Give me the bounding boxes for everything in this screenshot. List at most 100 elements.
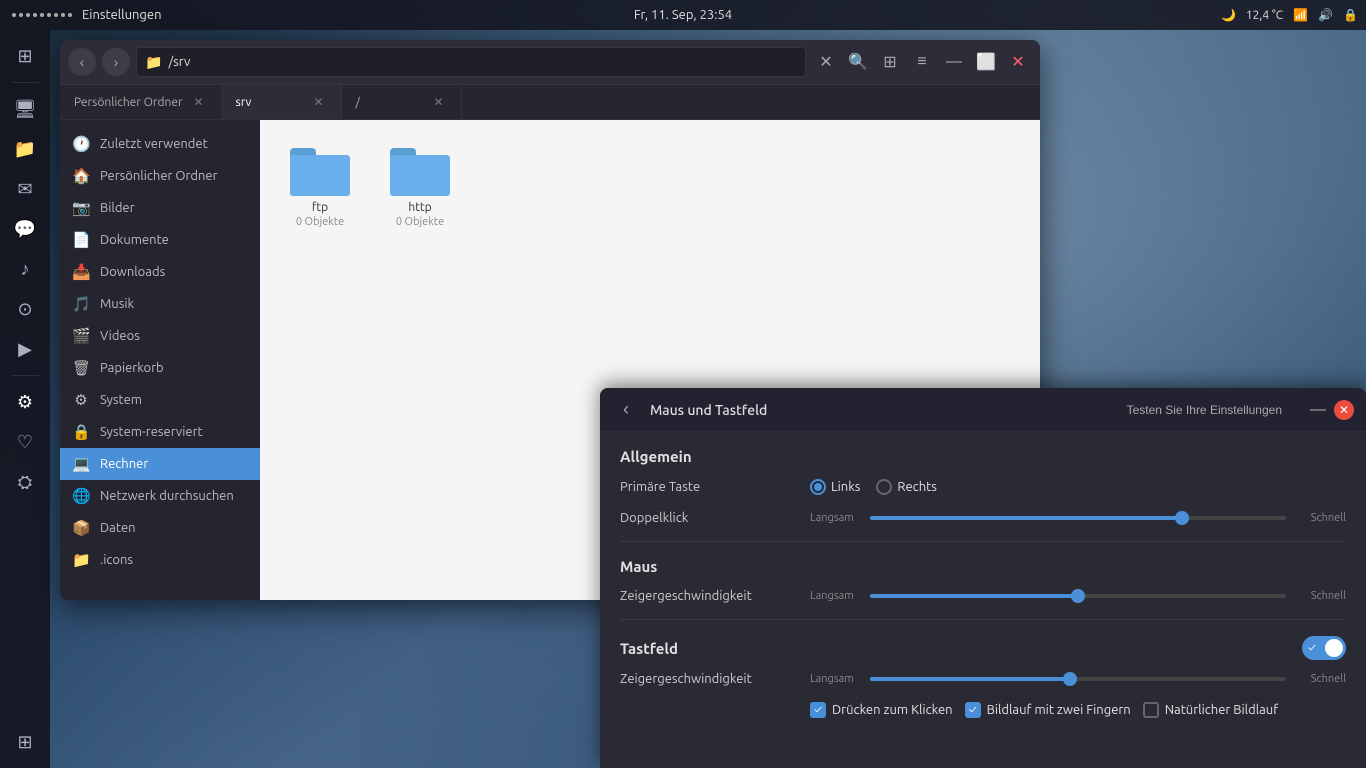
address-bar[interactable]: 📁 /srv xyxy=(136,47,806,77)
sidebar-item-icons-label: .icons xyxy=(100,553,133,567)
header-actions: ✕ 🔍 ⊞ ≡ — ⬜ ✕ xyxy=(812,48,1032,76)
tab-srv-close[interactable]: ✕ xyxy=(311,94,327,110)
radio-links-dot xyxy=(810,479,826,495)
topbar-right: 🌙 12,4 °C 📶 🔊 🔒 xyxy=(1221,8,1358,22)
settings-back-button[interactable]: ‹ xyxy=(612,396,640,424)
moon-icon: 🌙 xyxy=(1221,8,1236,22)
sidebar-item-music[interactable]: 🎵 Musik xyxy=(60,288,260,320)
downloads-icon: 📥 xyxy=(72,263,90,281)
dock-mail-icon[interactable]: ✉ xyxy=(7,171,43,207)
documents-icon: 📄 xyxy=(72,231,90,249)
dock-chat-icon[interactable]: 💬 xyxy=(7,211,43,247)
sidebar-item-system-reserved-label: System-reserviert xyxy=(100,425,203,439)
ftp-file-count: 0 Objekte xyxy=(296,216,344,228)
tastfeld-fast-label: Schnell xyxy=(1296,673,1346,685)
tastfeld-fill xyxy=(870,677,1070,681)
sidebar-item-data-label: Daten xyxy=(100,521,136,535)
http-folder-icon xyxy=(390,148,450,196)
doppelklick-track[interactable] xyxy=(870,516,1286,520)
recent-icon: 🕐 xyxy=(72,135,90,153)
topbar: Einstellungen Fr, 11. Sep, 23:54 🌙 12,4 … xyxy=(0,0,1366,30)
dock-grid-icon[interactable]: ⊞ xyxy=(7,724,43,760)
clear-address-button[interactable]: ✕ xyxy=(812,48,840,76)
videos-icon: 🎬 xyxy=(72,327,90,345)
file-item-ftp[interactable]: ftp 0 Objekte xyxy=(280,140,360,236)
sidebar-item-network[interactable]: 🌐 Netzwerk durchsuchen xyxy=(60,480,260,512)
search-button[interactable]: 🔍 xyxy=(844,48,872,76)
dock-steam-icon[interactable]: ⊙ xyxy=(7,291,43,327)
dock-apps-icon[interactable]: ⊞ xyxy=(7,38,43,74)
doppelklick-slider[interactable]: Langsam Schnell xyxy=(810,512,1346,524)
tastfeld-title: Tastfeld xyxy=(620,640,678,657)
sidebar-item-system[interactable]: ⚙ System xyxy=(60,384,260,416)
sidebar-item-trash[interactable]: 🗑 Papierkorb xyxy=(60,352,260,384)
tastfeld-zeiger-control: Langsam Schnell xyxy=(810,673,1346,685)
maus-fill xyxy=(870,594,1078,598)
sidebar-item-downloads[interactable]: 📥 Downloads xyxy=(60,256,260,288)
back-button[interactable]: ‹ xyxy=(68,48,96,76)
tastfeld-track[interactable] xyxy=(870,677,1286,681)
tab-root[interactable]: / ✕ xyxy=(342,85,462,119)
dock-files-icon[interactable]: 📁 xyxy=(7,131,43,167)
settings-close-button[interactable]: ✕ xyxy=(1334,400,1354,420)
tastfeld-thumb[interactable] xyxy=(1063,672,1077,686)
radio-rechts[interactable]: Rechts xyxy=(876,479,936,495)
allgemein-title: Allgemein xyxy=(620,448,1346,465)
system-reserved-icon: 🔒 xyxy=(72,423,90,441)
sidebar-item-music-label: Musik xyxy=(100,297,134,311)
doppelklick-row: Doppelklick Langsam Schnell xyxy=(620,511,1346,525)
forward-button[interactable]: › xyxy=(102,48,130,76)
sidebar-item-network-label: Netzwerk durchsuchen xyxy=(100,489,234,503)
doppelklick-fast-label: Schnell xyxy=(1296,512,1346,524)
checkbox-druecken[interactable]: ✓ Drücken zum Klicken xyxy=(810,702,953,718)
dock-play-icon[interactable]: ▶ xyxy=(7,331,43,367)
tastfeld-zeiger-label: Zeigergeschwindigkeit xyxy=(620,672,800,686)
dock-music-icon[interactable]: ♪ xyxy=(7,251,43,287)
radio-links-label: Links xyxy=(831,480,860,494)
minimize-fm-button[interactable]: — xyxy=(940,48,968,76)
dock-settings-icon[interactable]: ⚙ xyxy=(7,384,43,420)
checkbox-bildlauf[interactable]: ✓ Bildlauf mit zwei Fingern xyxy=(965,702,1131,718)
sidebar-item-pictures[interactable]: 📷 Bilder xyxy=(60,192,260,224)
test-settings-button[interactable]: Testen Sie Ihre Einstellungen xyxy=(1119,399,1290,421)
http-file-name: http xyxy=(408,200,431,216)
doppelklick-slow-label: Langsam xyxy=(810,512,860,524)
dock-gear2-icon[interactable]: ⛭ xyxy=(7,464,43,500)
tab-personal-folder[interactable]: Persönlicher Ordner ✕ xyxy=(60,85,222,119)
tab-srv-label: srv xyxy=(236,96,252,109)
file-manager-sidebar: 🕐 Zuletzt verwendet 🏠 Persönlicher Ordne… xyxy=(60,120,260,600)
maus-thumb[interactable] xyxy=(1071,589,1085,603)
checkbox-natuerlich[interactable]: Natürlicher Bildlauf xyxy=(1143,702,1278,718)
maus-speed-slider[interactable]: Langsam Schnell xyxy=(810,590,1346,602)
file-item-http[interactable]: http 0 Objekte xyxy=(380,140,460,236)
sidebar-item-recent[interactable]: 🕐 Zuletzt verwendet xyxy=(60,128,260,160)
radio-links[interactable]: Links xyxy=(810,479,860,495)
restore-fm-button[interactable]: ⬜ xyxy=(972,48,1000,76)
topbar-dots-menu[interactable] xyxy=(8,11,76,19)
list-view-button[interactable]: ≡ xyxy=(908,48,936,76)
sidebar-item-computer[interactable]: 💻 Rechner xyxy=(60,448,260,480)
sidebar-item-home[interactable]: 🏠 Persönlicher Ordner xyxy=(60,160,260,192)
sidebar-item-system-label: System xyxy=(100,393,142,407)
tastfeld-zeiger-row: Zeigergeschwindigkeit Langsam Schnell xyxy=(620,672,1346,686)
tab-personal-folder-close[interactable]: ✕ xyxy=(191,94,207,110)
dock-pulse-icon[interactable]: ♡ xyxy=(7,424,43,460)
tastfeld-speed-slider[interactable]: Langsam Schnell xyxy=(810,673,1346,685)
dock-monitor-icon[interactable]: 🖥 xyxy=(7,91,43,127)
sidebar-item-system-reserved[interactable]: 🔒 System-reserviert xyxy=(60,416,260,448)
close-fm-button[interactable]: ✕ xyxy=(1004,48,1032,76)
sidebar-item-documents[interactable]: 📄 Dokumente xyxy=(60,224,260,256)
sidebar-item-home-label: Persönlicher Ordner xyxy=(100,169,218,183)
tab-root-close[interactable]: ✕ xyxy=(431,94,447,110)
doppelklick-thumb[interactable] xyxy=(1175,511,1189,525)
sidebar-item-trash-label: Papierkorb xyxy=(100,361,164,375)
tab-srv[interactable]: srv ✕ xyxy=(222,85,342,119)
sidebar-item-data[interactable]: 📦 Daten xyxy=(60,512,260,544)
settings-minimize-button[interactable]: — xyxy=(1308,400,1328,420)
maus-track[interactable] xyxy=(870,594,1286,598)
tastfeld-checkboxes-control: ✓ Drücken zum Klicken ✓ Bildlauf mit zwe… xyxy=(810,702,1346,718)
grid-view-button[interactable]: ⊞ xyxy=(876,48,904,76)
sidebar-item-videos[interactable]: 🎬 Videos xyxy=(60,320,260,352)
tastfeld-toggle[interactable]: ✓ xyxy=(1302,636,1346,660)
sidebar-item-icons[interactable]: 📁 .icons xyxy=(60,544,260,576)
